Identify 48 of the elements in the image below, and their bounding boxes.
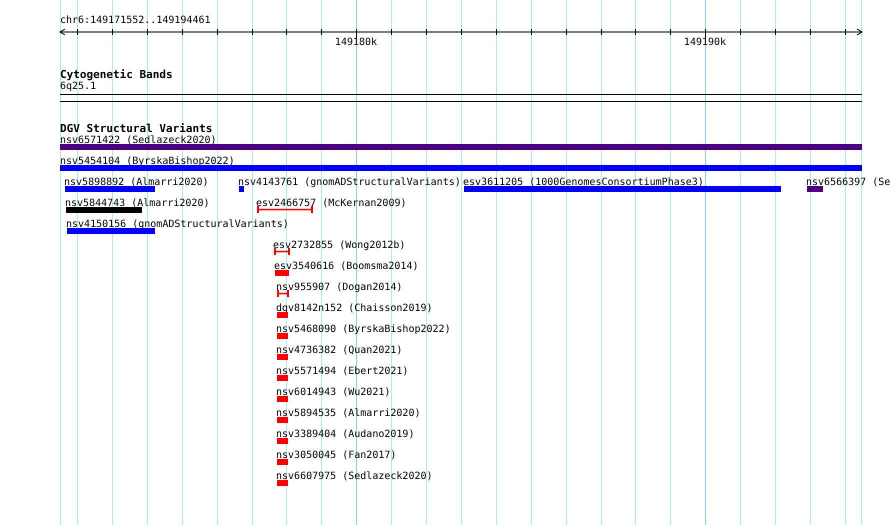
- variant-bar[interactable]: [66, 207, 142, 213]
- variant-label[interactable]: nsv5844743 (Almarri2020): [65, 198, 210, 210]
- variant-bar[interactable]: [277, 333, 288, 339]
- variant-interval[interactable]: [274, 248, 290, 255]
- variant-label[interactable]: nsv6607975 (Sedlazeck2020): [276, 471, 433, 483]
- variant-label[interactable]: nsv5894535 (Almarri2020): [276, 408, 420, 420]
- variant-label[interactable]: nsv4143761 (gnomADStructuralVariants): [238, 177, 461, 189]
- variant-bar[interactable]: [277, 480, 288, 486]
- variant-label[interactable]: esv2732855 (Wong2012b): [273, 240, 406, 252]
- variant-label[interactable]: nsv6014943 (Wu2021): [276, 387, 390, 399]
- variant-label[interactable]: esv3540616 (Boomsma2014): [274, 261, 418, 273]
- variant-label[interactable]: nsv3389404 (Audano2019): [276, 429, 414, 441]
- variant-label[interactable]: nsv5454104 (ByrskaBishop2022): [60, 156, 235, 168]
- variant-bar[interactable]: [277, 459, 288, 465]
- band-label: 6q25.1: [60, 81, 96, 93]
- variant-bar[interactable]: [65, 186, 155, 192]
- variant-label[interactable]: nsv3050045 (Fan2017): [276, 450, 396, 462]
- variant-bar[interactable]: [277, 417, 288, 423]
- variant-label[interactable]: nsv6566397 (Se: [806, 177, 890, 189]
- variant-bar[interactable]: [275, 270, 289, 276]
- variant-label[interactable]: nsv4736382 (Quan2021): [276, 345, 402, 357]
- variant-label[interactable]: esv3611205 (1000GenomesConsortiumPhase3): [463, 177, 704, 189]
- variant-bar[interactable]: [277, 312, 288, 318]
- variant-label[interactable]: dgv8142n152 (Chaisson2019): [276, 303, 433, 315]
- variant-label[interactable]: nsv4150156 (gnomADStructuralVariants): [66, 219, 289, 231]
- variant-bar[interactable]: [60, 165, 862, 171]
- variant-bar[interactable]: [277, 396, 288, 402]
- variant-bar[interactable]: [239, 186, 244, 192]
- variant-label[interactable]: nsv6571422 (Sedlazeck2020): [60, 135, 217, 147]
- variant-label[interactable]: esv2466757 (McKernan2009): [256, 198, 407, 210]
- variant-label[interactable]: nsv5898892 (Almarri2020): [64, 177, 208, 189]
- variant-bar[interactable]: [807, 186, 823, 192]
- track-title: Cytogenetic Bands: [60, 69, 173, 81]
- tick-label: 149180k: [334, 37, 378, 49]
- variant-interval[interactable]: [257, 206, 313, 213]
- variant-bar[interactable]: [60, 144, 862, 150]
- variant-bar[interactable]: [277, 438, 288, 444]
- variant-bar[interactable]: [464, 186, 781, 192]
- variant-bar[interactable]: [277, 354, 288, 360]
- variant-bar[interactable]: [277, 375, 288, 381]
- track-title: DGV Structural Variants: [60, 123, 212, 135]
- variant-label[interactable]: nsv955907 (Dogan2014): [276, 282, 402, 294]
- variant-bar[interactable]: [67, 228, 155, 234]
- variant-interval[interactable]: [277, 290, 289, 297]
- variant-label[interactable]: nsv5468090 (ByrskaBishop2022): [276, 324, 451, 336]
- tick-label: 149190k: [684, 37, 726, 49]
- location-label: chr6:149171552..149194461: [60, 15, 211, 27]
- variant-label[interactable]: nsv5571494 (Ebert2021): [276, 366, 408, 378]
